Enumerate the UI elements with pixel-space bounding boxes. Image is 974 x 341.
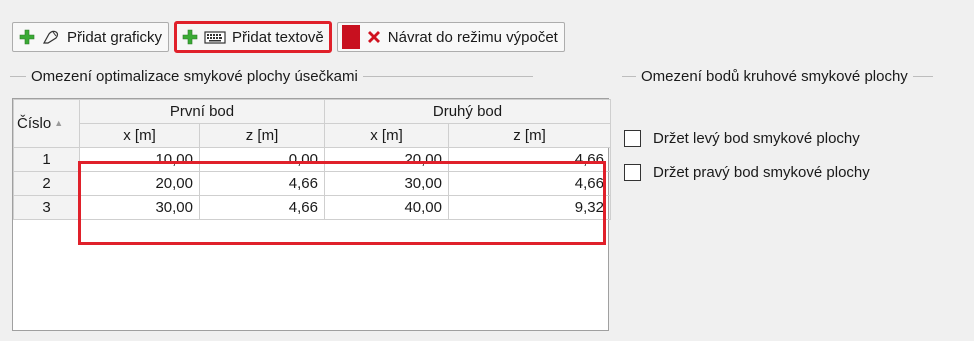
cell-z1[interactable]: 0,00 (199, 147, 325, 172)
add-graphic-button[interactable]: Přidat graficky (12, 22, 170, 52)
endpoint-options: Držet levý bod smykové plochy Držet prav… (624, 128, 870, 196)
hold-right-point-checkbox[interactable] (624, 163, 641, 181)
cell-z1[interactable]: 4,66 (199, 195, 325, 220)
table-row[interactable]: 3 30,00 4,66 40,00 9,32 (13, 195, 611, 220)
cell-x1[interactable]: 20,00 (79, 171, 200, 196)
cell-x2[interactable]: 30,00 (324, 171, 449, 196)
column-header-number[interactable]: Číslo ▲ (13, 99, 80, 148)
cell-x1[interactable]: 30,00 (79, 195, 200, 220)
add-text-label: Přidat textově (232, 28, 324, 46)
column-group-first-point: První bod (79, 99, 325, 124)
row-number: 1 (13, 147, 80, 172)
column-header-number-label: Číslo (17, 115, 52, 132)
right-group-header: Omezení bodů kruhové smykové plochy (622, 68, 933, 85)
cell-z2[interactable]: 4,66 (448, 171, 611, 196)
group-line (912, 76, 933, 77)
mouse-pointer-icon (41, 28, 61, 46)
group-line (362, 76, 533, 77)
cell-x1[interactable]: 10,00 (79, 147, 200, 172)
table-row[interactable]: 1 10,00 0,00 20,00 4,66 (13, 147, 611, 172)
mode-color-marker (341, 25, 360, 49)
hold-left-point-label: Držet levý bod smykové plochy (653, 129, 860, 147)
column-group-second-point: Druhý bod (324, 99, 611, 124)
row-number: 2 (13, 171, 80, 196)
plus-icon (182, 29, 198, 45)
left-group-header: Omezení optimalizace smykové plochy úseč… (10, 68, 533, 85)
add-graphic-label: Přidat graficky (67, 28, 163, 46)
cell-x2[interactable]: 20,00 (324, 147, 449, 172)
add-text-button[interactable]: Přidat textově (174, 21, 332, 53)
column-header-x2[interactable]: x [m] (324, 123, 449, 148)
table-row[interactable]: 2 20,00 4,66 30,00 4,66 (13, 171, 611, 196)
sort-up-icon: ▲ (54, 118, 64, 128)
row-number: 3 (13, 195, 80, 220)
plus-icon (19, 29, 35, 45)
return-label: Návrat do režimu výpočet (387, 28, 558, 46)
cell-z1[interactable]: 4,66 (199, 171, 325, 196)
column-header-z2[interactable]: z [m] (448, 123, 611, 148)
cell-z2[interactable]: 9,32 (448, 195, 611, 220)
toolbar: Přidat graficky Přidat textově Návrat do… (12, 21, 565, 53)
hold-right-point-label: Držet pravý bod smykové plochy (653, 163, 870, 181)
close-icon (366, 29, 382, 45)
hold-left-point-option[interactable]: Držet levý bod smykové plochy (624, 128, 870, 148)
keyboard-icon (204, 29, 226, 45)
left-group-title: Omezení optimalizace smykové plochy úseč… (31, 68, 358, 85)
group-line (622, 76, 636, 77)
column-header-x1[interactable]: x [m] (79, 123, 200, 148)
hold-left-point-checkbox[interactable] (624, 129, 641, 147)
column-header-z1[interactable]: z [m] (199, 123, 325, 148)
return-to-calculation-button[interactable]: Návrat do režimu výpočet (336, 22, 565, 52)
group-line (10, 76, 26, 77)
right-group-title: Omezení bodů kruhové smykové plochy (641, 68, 908, 85)
hold-right-point-option[interactable]: Držet pravý bod smykové plochy (624, 162, 870, 182)
cell-z2[interactable]: 4,66 (448, 147, 611, 172)
cell-x2[interactable]: 40,00 (324, 195, 449, 220)
segments-table[interactable]: Číslo ▲ První bod Druhý bod x [m] z [m] x… (12, 98, 611, 331)
